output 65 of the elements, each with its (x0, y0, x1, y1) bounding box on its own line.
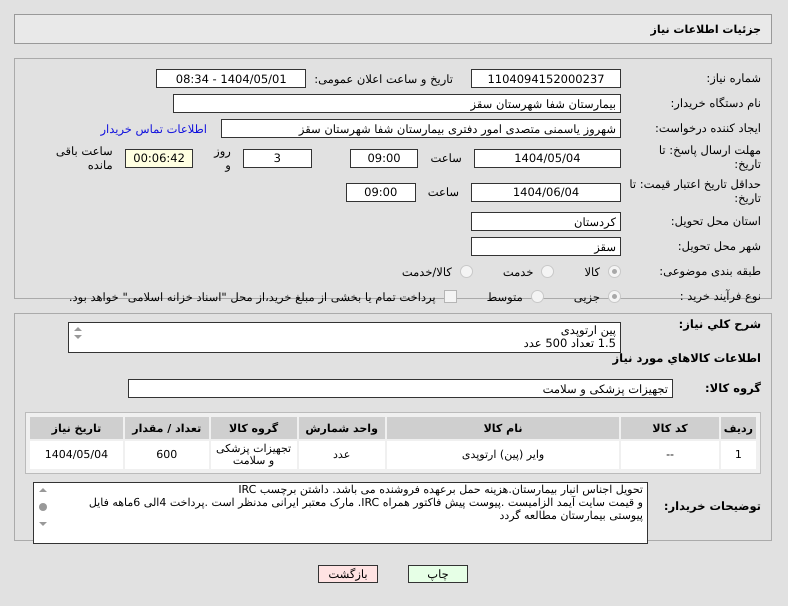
days-label: روز و (212, 144, 231, 172)
radio-button[interactable] (608, 290, 621, 303)
radio-button[interactable] (608, 265, 621, 278)
deadline-date-field: 1404/05/04 (474, 148, 621, 168)
goods-group-field: تجهیزات پزشکی و سلامت (128, 379, 673, 398)
contact-info-link[interactable]: اطلاعات تماس خریدار (100, 122, 207, 136)
scrollbar-icon (37, 486, 49, 528)
field-label: نوع فرآیند خرید : (678, 290, 761, 304)
radio-label: جزیی (574, 290, 600, 304)
time-label: ساعت (428, 185, 459, 199)
field-label: مهلت ارسال پاسخ: تا تاریخ: (658, 144, 761, 172)
province-field: کردستان (471, 212, 621, 231)
field-label: شرح کلي نياز: (678, 318, 761, 332)
days-field: 3 (242, 148, 312, 168)
table-cell: 1404/05/04 (30, 441, 123, 470)
radio-label: کالا (584, 264, 600, 278)
validity-date-field: 1404/06/04 (471, 182, 621, 202)
radio-button[interactable] (460, 265, 473, 278)
description-textarea[interactable]: پین ارتوپدی 1.5 تعداد 500 عدد (68, 322, 621, 353)
back-button[interactable]: بازگشت (318, 565, 378, 583)
need-number-field: 1104094152000237 (471, 69, 621, 88)
page-title: جزئیات اطلاعات نیاز (650, 22, 761, 36)
remaining-label: ساعت باقی مانده (54, 144, 113, 172)
print-button[interactable]: چاپ (408, 565, 468, 583)
column-header: واحد شمارش (298, 417, 385, 440)
buyer-notes-textarea[interactable]: تحویل اجناس انبار بیمارستان.هزینه حمل برعهده فروشنده می باشد. داشتن برچسب IRC و قیمت سایت آیمد الزامیست .پیوست پیش فاکتور همراه IRC. مارک معتبر ایرانی مدنظر است .پرداخت 4الی 6ماهه فایل پیوستی بیمارستان مطالعه گردد (33, 482, 648, 544)
column-header: کد کالا (621, 417, 719, 440)
time-label: ساعت (430, 151, 462, 165)
column-header: ردیف (720, 417, 756, 440)
field-label: شهر محل تحویل: (676, 240, 761, 254)
field-label: استان محل تحویل: (670, 214, 761, 228)
table-cell: عدد (298, 441, 385, 470)
announce-date-field: 1404/05/01 - 08:34 (156, 69, 306, 88)
checkbox-label: پرداخت تمام یا بخشی از مبلغ خرید،از محل "اسناد خزانه اسلامی" خواهد بود. (68, 290, 436, 304)
radio-label: کالا/خدمت (402, 264, 452, 278)
validity-time-field: 09:00 (346, 182, 416, 202)
table-cell: -- (621, 441, 719, 470)
checkbox[interactable] (444, 290, 457, 303)
table-cell: تجهیزات پزشکی و سلامت (210, 441, 297, 470)
field-label: حداقل تاریخ اعتبار قیمت: تا تاریخ: (629, 178, 761, 206)
radio-label: متوسط (486, 290, 523, 304)
table-cell: وایر (پین) ارتوپدی (386, 441, 620, 470)
spinner-icon (72, 325, 84, 341)
field-label: توضیحات خریدار: (662, 500, 761, 514)
remaining-time-field: 00:06:42 (124, 148, 194, 168)
city-field: سقز (471, 237, 621, 256)
column-header: نام کالا (386, 417, 620, 440)
table-cell: 600 (124, 441, 209, 470)
requester-field: شهروز یاسمنی متصدی امور دفتری بیمارستان شفا شهرستان سقز (221, 119, 621, 138)
table-cell: 1 (720, 441, 756, 470)
column-header: گروه کالا (210, 417, 297, 440)
buyer-org-field: بیمارستان شفا شهرستان سقز (173, 94, 621, 113)
field-label: تاریخ و ساعت اعلان عمومی: (314, 72, 453, 86)
deadline-time-field: 09:00 (350, 148, 418, 168)
radio-button[interactable] (541, 265, 554, 278)
field-label: گروه کالا: (704, 382, 761, 396)
field-label: شماره نیاز: (705, 72, 761, 86)
column-header: تعداد / مقدار (124, 417, 209, 440)
column-header: تاریخ نیاز (30, 417, 123, 440)
section-title: اطلاعات کالاهاي مورد نياز (611, 351, 761, 366)
field-label: ایجاد کننده درخواست: (654, 122, 761, 136)
radio-label: خدمت (502, 264, 534, 278)
radio-button[interactable] (530, 290, 544, 303)
field-label: طبقه بندی موضوعی: (658, 264, 761, 278)
field-label: نام دستگاه خریدار: (669, 96, 761, 110)
